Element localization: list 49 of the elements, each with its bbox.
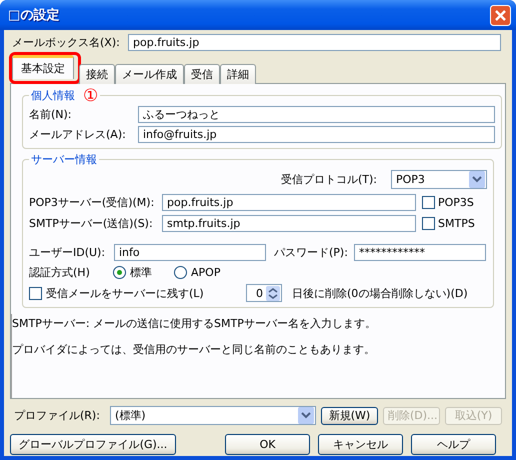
- annotation-number: ①: [83, 88, 98, 102]
- dialog-button[interactable]: グローバルプロファイル(G)...: [10, 434, 176, 455]
- help-text: SMTPサーバー: メールの送信に使用するSMTPサーバー名を入力します。: [12, 316, 377, 331]
- field-label: SMTPサーバー(送信)(S):: [29, 216, 154, 231]
- spin-arrows-icon[interactable]: [266, 286, 280, 300]
- tab[interactable]: 詳細: [220, 64, 256, 84]
- radio-label: APOP: [191, 266, 220, 279]
- checkbox-label: SMTPS: [438, 217, 475, 230]
- field-label: メールボックス名(X):: [11, 35, 121, 50]
- number-spinner[interactable]: 0: [246, 284, 282, 302]
- field-label: メールアドレス(A):: [29, 127, 127, 142]
- checkbox[interactable]: [422, 196, 435, 209]
- dialog-button[interactable]: OK: [225, 434, 310, 455]
- field-label: プロファイル(R):: [13, 408, 101, 423]
- input-field[interactable]: info: [114, 244, 266, 261]
- password-field[interactable]: ************: [354, 244, 486, 261]
- window-title: □の設定: [8, 6, 60, 24]
- help-text: プロバイダによっては、受信用のサーバーと同じ名前のこともあります。: [12, 342, 376, 357]
- radio-button[interactable]: [113, 266, 126, 279]
- radio-button[interactable]: [174, 266, 187, 279]
- field-label: 認証方式(H): [29, 265, 91, 280]
- field-label: 日後に削除(0の場合削除しない)(D): [292, 286, 468, 300]
- field-label: ユーザーID(U):: [29, 245, 106, 260]
- field-label: パスワード(P):: [274, 245, 348, 260]
- field-label: POP3サーバー(受信)(M):: [29, 195, 156, 210]
- radio-label: 標準: [130, 265, 152, 280]
- tab[interactable]: 接続: [79, 64, 115, 84]
- checkbox-label: 受信メールをサーバーに残す(L): [46, 286, 205, 300]
- profile-button[interactable]: 新規(W): [321, 406, 378, 424]
- mailbox-field[interactable]: pop.fruits.jp: [128, 34, 501, 51]
- input-field[interactable]: ふるーつねっと: [138, 106, 495, 123]
- checkbox[interactable]: [422, 217, 435, 230]
- protocol-dropdown[interactable]: POP3: [391, 170, 487, 189]
- checkbox-label: POP3S: [438, 196, 474, 209]
- group-title: 個人情報: [31, 88, 75, 103]
- field-label: 受信プロトコル(T):: [280, 172, 377, 187]
- close-icon[interactable]: [490, 4, 511, 26]
- dialog-button[interactable]: ヘルプ: [411, 434, 496, 455]
- dialog-button[interactable]: キャンセル: [318, 434, 403, 455]
- field-label: 名前(N):: [29, 107, 73, 122]
- checkbox[interactable]: [29, 286, 42, 300]
- profile-dropdown[interactable]: (標準): [110, 406, 316, 425]
- input-field[interactable]: smtp.fruits.jp: [162, 215, 416, 232]
- tab[interactable]: メール作成: [115, 64, 184, 84]
- input-field[interactable]: info@fruits.jp: [138, 126, 495, 143]
- tab[interactable]: 受信: [184, 64, 220, 84]
- group-title: サーバー情報: [31, 152, 97, 167]
- input-field[interactable]: pop.fruits.jp: [162, 194, 416, 211]
- tab[interactable]: 基本設定: [12, 55, 74, 79]
